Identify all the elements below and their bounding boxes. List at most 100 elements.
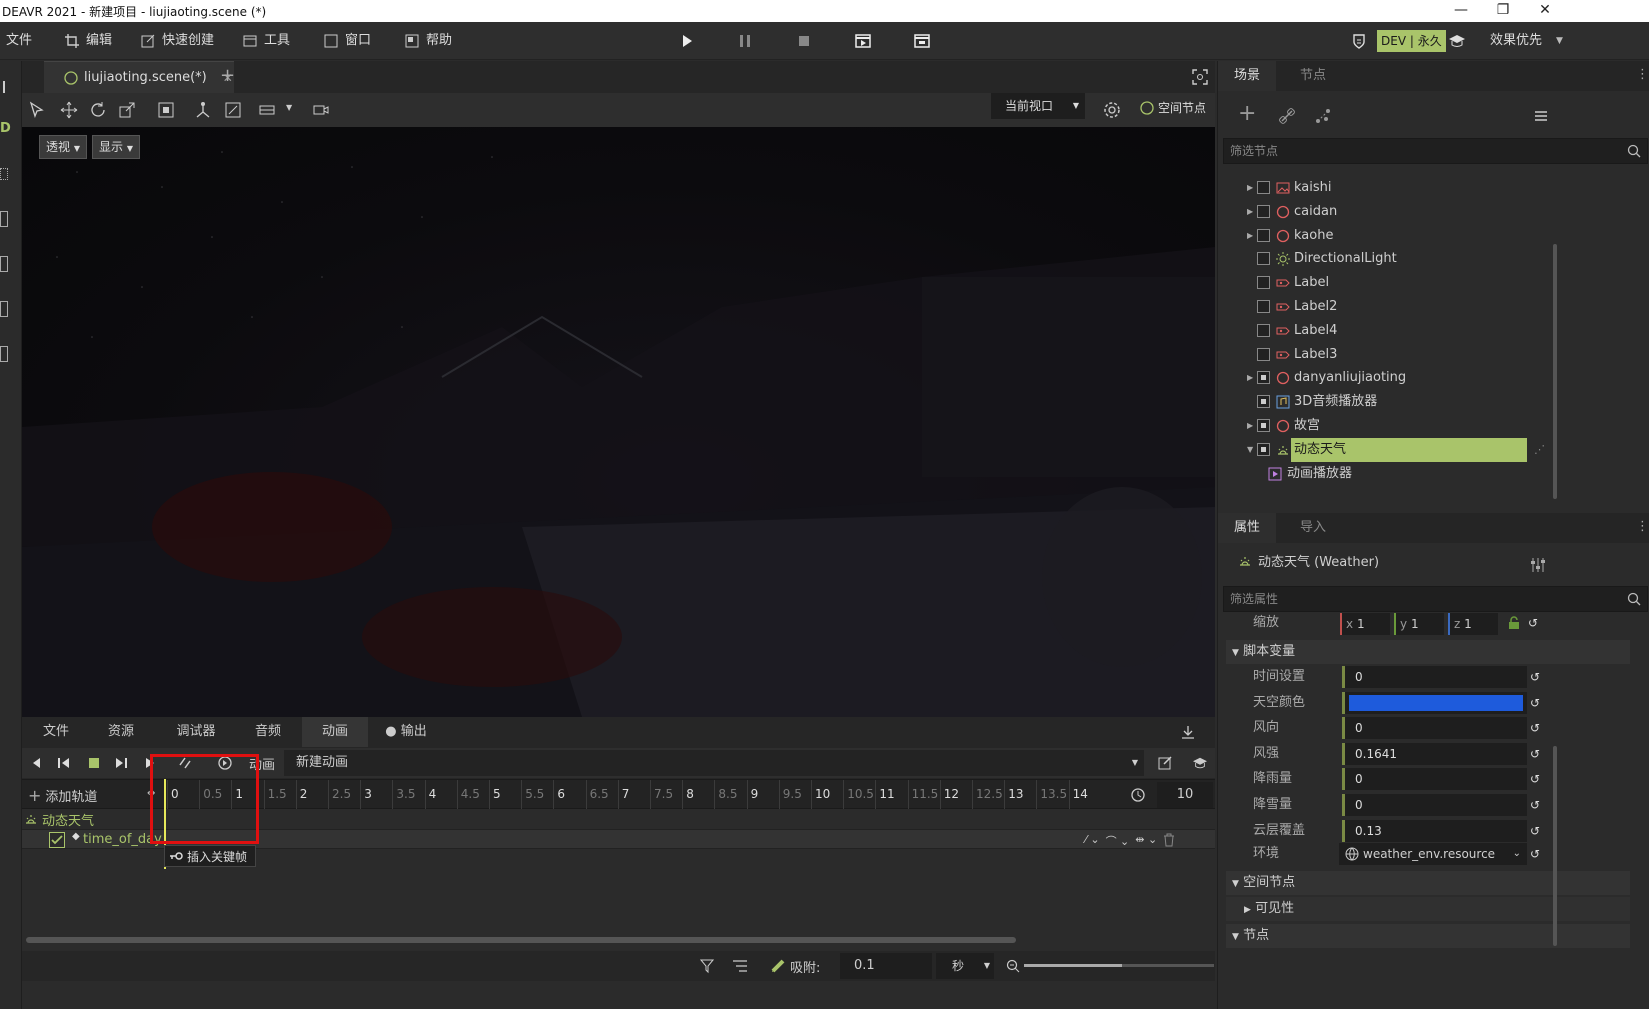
scale-z-input[interactable]: z 1 [1448,613,1498,635]
tree-node[interactable]: Label2 [1218,295,1649,319]
tree-node[interactable]: Label4 [1218,319,1649,343]
play-scene-icon[interactable] [852,30,874,52]
tree-node[interactable]: ▶ danyanliujiaoting [1218,366,1649,390]
prop-value-input[interactable]: 0 [1342,717,1527,740]
snap-grid-icon[interactable] [258,101,276,119]
sky-color-picker[interactable] [1342,691,1527,714]
visibility-checkbox[interactable] [1257,252,1270,266]
subsection-visibility[interactable]: ▶ 可见性 [1226,897,1630,921]
move-icon[interactable] [60,101,78,119]
track-enable-checkbox[interactable] [49,832,65,848]
menu-help[interactable]: 帮助 [404,22,452,60]
play-from-start-icon[interactable] [114,756,128,770]
download-icon[interactable] [1180,724,1196,740]
prop-value-input[interactable]: 0 [1342,666,1527,688]
play-icon[interactable] [676,30,698,52]
menu-file[interactable]: 文件 [6,22,32,60]
scale-icon[interactable] [118,101,136,119]
prop-value-input[interactable]: 0 [1342,768,1527,791]
space-node-toggle[interactable]: 空间节点 [1140,99,1206,116]
caret-right-icon[interactable]: ▶ [1247,200,1253,224]
filter-props-input[interactable]: 筛选属性 [1223,586,1648,612]
edit-animation-icon[interactable] [1157,755,1173,771]
visibility-checkbox[interactable] [1257,419,1270,432]
caret-right-icon[interactable]: ▶ [1247,414,1253,438]
prop-value-input[interactable]: 0.1641 [1342,742,1527,765]
track-options[interactable]: ⁄ ⌄ ⌒ ⌄ ⇹ ⌄ [1085,833,1175,849]
tree-node[interactable]: 动画播放器 [1218,462,1649,486]
list-icon[interactable] [732,959,748,973]
pause-icon[interactable] [734,30,756,52]
quality-select[interactable]: 效果优先 [1490,22,1542,60]
scale-y-input[interactable]: y 1 [1394,613,1444,635]
caret-right-icon[interactable]: ▶ [1247,224,1253,248]
pivot-icon[interactable] [194,101,212,119]
play-backward-icon[interactable] [57,756,71,770]
graduation-cap-icon[interactable] [1448,33,1466,49]
dock-mesh-icon[interactable] [0,211,8,227]
add-track-button[interactable]: + 添加轨道 [28,780,97,810]
visibility-checkbox[interactable] [1257,371,1270,385]
visibility-checkbox[interactable] [1257,228,1270,242]
select-cursor-icon[interactable] [28,101,46,119]
loop-wrap-icon[interactable]: ⇹ ⌄ [1135,833,1157,849]
stop-animation-icon[interactable] [87,756,101,770]
link-icon[interactable] [1278,107,1296,125]
graduation-cap-icon[interactable] [1192,756,1208,770]
tab-debugger[interactable]: 调试器 [162,717,230,747]
interp-curve-icon[interactable]: ⌒ ⌄ [1106,833,1130,849]
caret-down-icon[interactable]: ▼ [1247,438,1253,462]
transform-space-icon[interactable] [224,101,242,119]
scale-x-input[interactable]: x 1 [1340,613,1390,635]
more-options-icon[interactable]: ⋮ [1636,519,1649,534]
tree-node[interactable]: Label3 [1218,343,1649,367]
reset-icon[interactable]: ↺ [1530,715,1540,741]
animation-select[interactable]: 新建动画 ▼ [284,750,1144,776]
reset-icon[interactable]: ↺ [1530,741,1540,767]
tab-import[interactable]: 导入 [1284,513,1342,543]
visibility-checkbox[interactable] [1257,276,1270,290]
env-resource-select[interactable]: weather_env.resource ⌄ [1339,843,1527,865]
dock-nodes-icon[interactable] [0,168,8,180]
visibility-checkbox[interactable] [1257,323,1270,337]
menu-tools[interactable]: 工具 [242,22,290,60]
gear-icon[interactable] [1103,101,1121,119]
tab-audio[interactable]: 音频 [242,717,294,747]
stop-icon[interactable] [793,30,815,52]
reset-icon[interactable]: ↺ [1530,664,1540,690]
filter-icon[interactable] [700,958,714,974]
dock-export-icon[interactable] [0,301,8,317]
focus-icon[interactable] [157,101,175,119]
reset-icon[interactable]: ↺ [1530,792,1540,818]
section-script-vars[interactable]: ▼ 脚本变量 [1226,640,1630,664]
chevron-down-icon[interactable]: ▼ [286,103,292,112]
tab-scene[interactable]: liujiaoting.scene(*) ✕ [44,61,234,93]
view-select[interactable]: 当前视口 ▼ [991,93,1085,119]
prev-keyframe-icon[interactable] [30,756,44,770]
close-window-button[interactable]: ✕ [1525,0,1565,22]
props-scrollbar[interactable] [1553,746,1557,946]
filter-nodes-input[interactable]: 筛选节点 [1223,138,1648,164]
perspective-button[interactable]: 透视 ▼ [39,135,87,159]
instance-icon[interactable] [1314,107,1332,125]
menu-window[interactable]: 窗口 [323,22,371,60]
tab-file[interactable]: 文件 [30,717,82,747]
fullscreen-icon[interactable] [1192,69,1208,85]
snap-value-input[interactable]: 0.1 [840,953,932,979]
reset-icon[interactable]: ↺ [1528,610,1538,636]
tab-animation[interactable]: 动画 [302,717,368,747]
tree-node[interactable]: ▼ 动态天气 ⋰ [1218,437,1649,462]
caret-right-icon[interactable]: ▶ [1247,176,1253,200]
visibility-checkbox[interactable] [1257,347,1270,361]
tree-node[interactable]: DirectionalLight [1218,247,1649,271]
unit-select[interactable]: 秒 ▼ [936,953,994,979]
tree-node[interactable]: ▶ 故宫 [1218,414,1649,438]
add-node-icon[interactable]: + [1238,101,1256,126]
visibility-checkbox[interactable] [1257,300,1270,313]
script-icon[interactable]: ⋰ [1534,438,1545,462]
visibility-checkbox[interactable] [1257,204,1270,218]
lock-icon[interactable] [1508,616,1520,630]
reset-icon[interactable]: ↺ [1530,841,1540,867]
visibility-checkbox[interactable] [1257,181,1270,194]
play-custom-scene-icon[interactable] [911,30,933,52]
